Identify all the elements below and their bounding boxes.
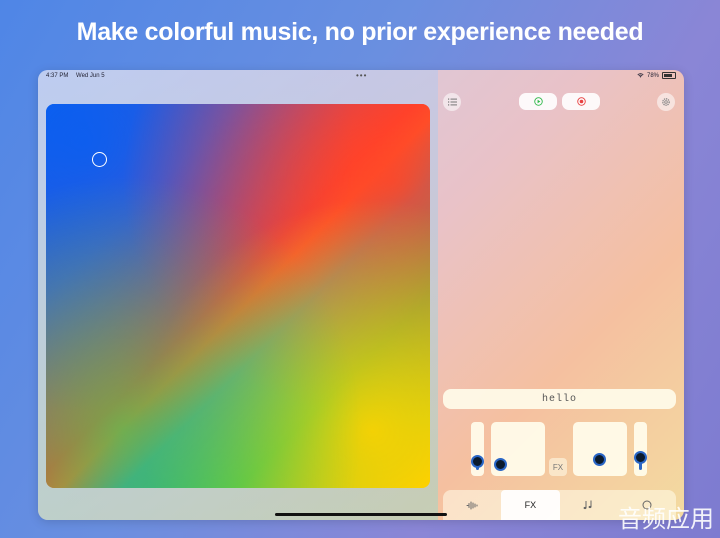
- tab-notes[interactable]: [560, 490, 618, 520]
- ipad-screen: 4:37 PM Wed Jun 5 ••• 78% hello FX FX: [38, 70, 684, 520]
- tab-fx[interactable]: FX: [501, 490, 560, 520]
- gear-icon: [662, 98, 670, 106]
- battery-percent: 78%: [646, 72, 659, 79]
- play-button[interactable]: [519, 93, 557, 110]
- settings-button[interactable]: [657, 93, 675, 111]
- multitasking-dots-icon[interactable]: •••: [356, 71, 367, 80]
- waveform-icon: [466, 501, 478, 509]
- music-notes-icon: [583, 500, 592, 510]
- record-icon: [576, 97, 586, 106]
- tab-waveform[interactable]: [443, 490, 501, 520]
- status-right: 78%: [637, 72, 676, 79]
- slider-knob[interactable]: [634, 451, 647, 464]
- record-button[interactable]: [562, 93, 600, 110]
- headline: Make colorful music, no prior experience…: [76, 18, 644, 46]
- xy-pad-knob[interactable]: [593, 453, 606, 466]
- text-input[interactable]: hello: [443, 389, 676, 409]
- list-button[interactable]: [443, 93, 461, 111]
- play-icon: [533, 97, 543, 106]
- fx-button[interactable]: FX: [549, 458, 567, 476]
- watermark-text: 音频应用: [618, 505, 714, 533]
- xy-pad-left[interactable]: [491, 422, 545, 476]
- status-date: Wed Jun 5: [76, 73, 105, 79]
- home-indicator[interactable]: [275, 513, 447, 516]
- xy-pad-right[interactable]: [573, 422, 627, 476]
- status-time: 4:37 PM: [46, 73, 69, 79]
- battery-icon: [662, 72, 676, 79]
- wifi-icon: [637, 73, 644, 78]
- pad-cursor-ring[interactable]: [92, 152, 107, 167]
- xy-pad-knob[interactable]: [494, 458, 507, 471]
- slider-knob[interactable]: [471, 455, 484, 468]
- vertical-slider-left[interactable]: [471, 422, 484, 476]
- vertical-slider-right[interactable]: [634, 422, 647, 476]
- list-icon: [447, 98, 457, 106]
- status-bar: 4:37 PM Wed Jun 5: [46, 73, 105, 79]
